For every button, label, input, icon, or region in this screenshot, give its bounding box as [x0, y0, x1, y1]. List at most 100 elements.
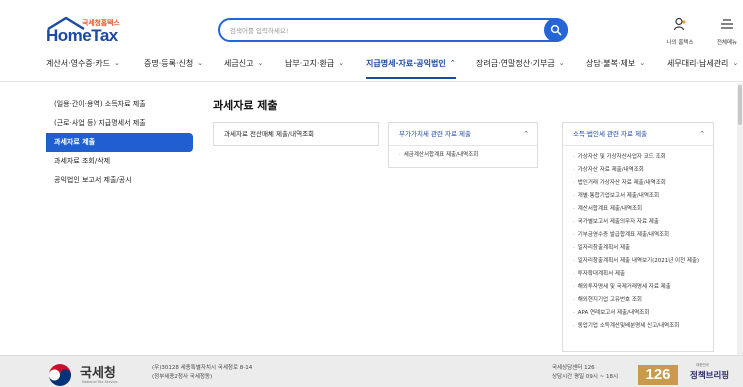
search-button[interactable] — [544, 18, 568, 42]
link-label: 일자리창출계획서 제출 내역보기(2021년 이전 제출) — [577, 257, 700, 264]
nav-item-payment-statements[interactable]: 지급명세·자료·공익법인 ⌃ — [366, 58, 456, 79]
card-vat: 부가가치세 관련 자료 제출 ⌃ · 세금계산서합계표 제출/내역조회 — [388, 122, 538, 168]
link-label: 가상자산 자료 제출/내역조회 — [577, 166, 644, 173]
all-menu-label: 전체메뉴 — [716, 40, 738, 46]
nav-item-tax-agent[interactable]: 세무대리·납세관리 ⌄ — [667, 58, 738, 78]
dash: · — [573, 270, 575, 277]
link-corp-crypto[interactable]: · 법인거래 가상자산 자료 제출/내역조회 — [573, 180, 703, 187]
card-income-header[interactable]: 소득·법인세 관련 자료 제출 ⌃ — [563, 123, 713, 145]
nav-item-payment[interactable]: 납부·고지·환급 ⌄ — [285, 58, 344, 78]
link-investment-plan[interactable]: · 투자확대계획서 제출 — [573, 271, 703, 278]
link-label: 개별·통합기업보고서 제출/내역조회 — [577, 192, 660, 199]
hometax-logo[interactable]: 국세청홈택스 HomeTax — [46, 16, 126, 46]
person-icon — [673, 17, 686, 31]
link-label: 가상자산 및 가상자산사업자 코드 조회 — [577, 154, 666, 160]
nav-item-consulting[interactable]: 상담·불복·제보 ⌄ — [586, 58, 645, 78]
search-input[interactable] — [230, 23, 540, 39]
nav-item-certificates[interactable]: 증명·등록·신청 ⌄ — [144, 58, 203, 78]
link-label: 투자확대계획서 제출 — [577, 270, 626, 277]
nav-label: 계산서·영수증·카드 — [46, 59, 110, 68]
link-country-report[interactable]: · 국가별보고서 제출의무자 자료 제출 — [573, 219, 703, 226]
dash: · — [573, 231, 575, 238]
link-tax-invoice-summary[interactable]: · 세금계산서합계표 제출/내역조회 — [399, 152, 527, 159]
dash: · — [573, 296, 575, 303]
briefing-small: 대한민국 — [696, 363, 709, 367]
link-label: 법인거래 가상자산 자료 제출/내역조회 — [577, 179, 666, 186]
link-crypto-data[interactable]: · 가상자산 자료 제출/내역조회 — [573, 167, 703, 174]
sidebar-item-public-interest[interactable]: 공익법인 보고서 제출/공시 — [46, 171, 193, 190]
dash: · — [573, 322, 575, 329]
card-electronic-media[interactable]: 과세자료 전산매체 제출/내역조회 — [213, 122, 379, 146]
card-title: 소득·법인세 관련 자료 제출 — [573, 130, 648, 138]
scrollbar-thumb[interactable] — [738, 85, 742, 125]
nav-label: 장려금·연말정산·기부금 — [476, 59, 555, 68]
chevron-down-icon: ⌄ — [257, 59, 264, 67]
search-box — [218, 18, 568, 42]
link-partnership[interactable]: · 동업기업 소득계산및배분명세 신고/내역조회 — [573, 323, 703, 330]
link-overseas-investment[interactable]: · 해외투자명세 및 국제거래명세 자료 제출 — [573, 284, 703, 291]
dash: · — [573, 154, 575, 160]
nav-item-receipts[interactable]: 계산서·영수증·카드 ⌄ — [46, 58, 120, 78]
chevron-up-icon: ⌃ — [449, 59, 456, 67]
dash: · — [573, 309, 575, 316]
call-126-badge[interactable]: 126 — [638, 365, 678, 385]
link-job-plan-history[interactable]: · 일자리창출계획서 제출 내역보기(2021년 이전 제출) — [573, 258, 703, 265]
nav-item-incentives[interactable]: 장려금·연말정산·기부금 ⌄ — [476, 58, 565, 78]
dash: · — [573, 205, 575, 212]
nav-label: 세금신고 — [224, 59, 254, 68]
nav-item-tax-filing[interactable]: 세금신고 ⌄ — [224, 58, 263, 78]
menu-icon — [721, 19, 733, 29]
my-hometax-button[interactable]: 나의 홈택스 — [660, 16, 700, 46]
card-title: 과세자료 전산매체 제출/내역조회 — [224, 130, 315, 138]
link-label: 동업기업 소득계산및배분명세 신고/내역조회 — [577, 322, 680, 329]
link-label: 계산서합계표 제출/내역조회 — [577, 205, 643, 212]
agency-name-en: National Tax Service — [82, 380, 118, 384]
dash: · — [573, 218, 575, 225]
chevron-down-icon: ⌄ — [113, 59, 120, 67]
nav-label: 납부·고지·환급 — [285, 59, 335, 68]
chevron-down-icon: ⌄ — [338, 59, 345, 67]
all-menu-button[interactable]: 전체메뉴 — [707, 16, 743, 46]
link-job-plan[interactable]: · 일자리창출계획서 제출 — [573, 245, 703, 252]
address-line-1: (우)30128 세종특별자치시 국세청로 8-14 — [152, 365, 253, 371]
dash: · — [399, 152, 401, 158]
link-invoice-summary[interactable]: · 계산서합계표 제출/내역조회 — [573, 206, 703, 213]
address-line-2: (정부세종2청사 국세청동) — [152, 374, 213, 380]
agency-name: 국세청 — [80, 366, 116, 381]
nav-label: 증명·등록·신청 — [144, 59, 194, 68]
link-donation-receipt[interactable]: · 기부금영수증 발급합계표 제출/내역조회 — [573, 232, 703, 239]
search-icon — [550, 24, 562, 36]
sidebar-item-payment-statement[interactable]: (근로·사업 등) 지급명세서 제출 — [46, 114, 193, 133]
sidebar-item-tax-data-query[interactable]: 과세자료 조회/삭제 — [46, 152, 193, 171]
sidebar-item-tax-data-submit[interactable]: 과세자료 제출 — [46, 133, 193, 152]
dash: · — [573, 166, 575, 173]
dash: · — [573, 244, 575, 251]
link-crypto-code[interactable]: · 가상자산 및 가상자산사업자 코드 조회 — [573, 154, 703, 161]
dash: · — [573, 257, 575, 264]
card-title: 부가가치세 관련 자료 제출 — [399, 130, 471, 138]
link-apa-report[interactable]: · APA 연례보고서 제출/내역조회 — [573, 310, 703, 317]
sidebar-item-daily-income[interactable]: (일용·간이·용역) 소득자료 제출 — [46, 95, 193, 114]
call-center-title: 국세상담센터 126 — [552, 365, 595, 371]
link-label: 국가별보고서 제출의무자 자료 제출 — [577, 218, 659, 225]
policy-briefing-link[interactable]: 대한민국 정책브리핑 — [690, 363, 730, 387]
emblem-icon — [49, 364, 71, 386]
link-label: 일자리창출계획서 제출 — [577, 244, 631, 251]
chevron-up-icon: ⌃ — [523, 130, 529, 138]
dash: · — [573, 179, 575, 186]
page-scrollbar[interactable] — [737, 83, 743, 355]
card-vat-header[interactable]: 부가가치세 관련 자료 제출 ⌃ — [389, 123, 537, 145]
footer-address: (우)30128 세종특별자치시 국세청로 8-14 (정부세종2청사 국세청동… — [152, 364, 252, 382]
header: 국세청홈택스 HomeTax 나의 홈택스 전체메뉴 계산서·영수증·카드⌄ 증… — [0, 0, 743, 82]
link-label: 기부금영수증 발급합계표 제출/내역조회 — [577, 231, 670, 238]
call-center: 국세상담센터 126 상담시간 평일 09시 ~ 18시 — [552, 364, 618, 382]
link-label: 해외투자명세 및 국제거래명세 자료 제출 — [577, 283, 671, 290]
nav-label: 상담·불복·제보 — [586, 59, 636, 68]
nav-label: 지급명세·자료·공익법인 — [366, 59, 446, 68]
chevron-down-icon: ⌄ — [639, 59, 646, 67]
card-body: · 세금계산서합계표 제출/내역조회 — [389, 145, 537, 169]
link-overseas-id[interactable]: · 해외현지기업 고유번호 조회 — [573, 297, 703, 304]
link-company-report[interactable]: · 개별·통합기업보고서 제출/내역조회 — [573, 193, 703, 200]
chevron-down-icon: ⌄ — [197, 59, 204, 67]
chevron-down-icon: ⌄ — [558, 59, 565, 67]
